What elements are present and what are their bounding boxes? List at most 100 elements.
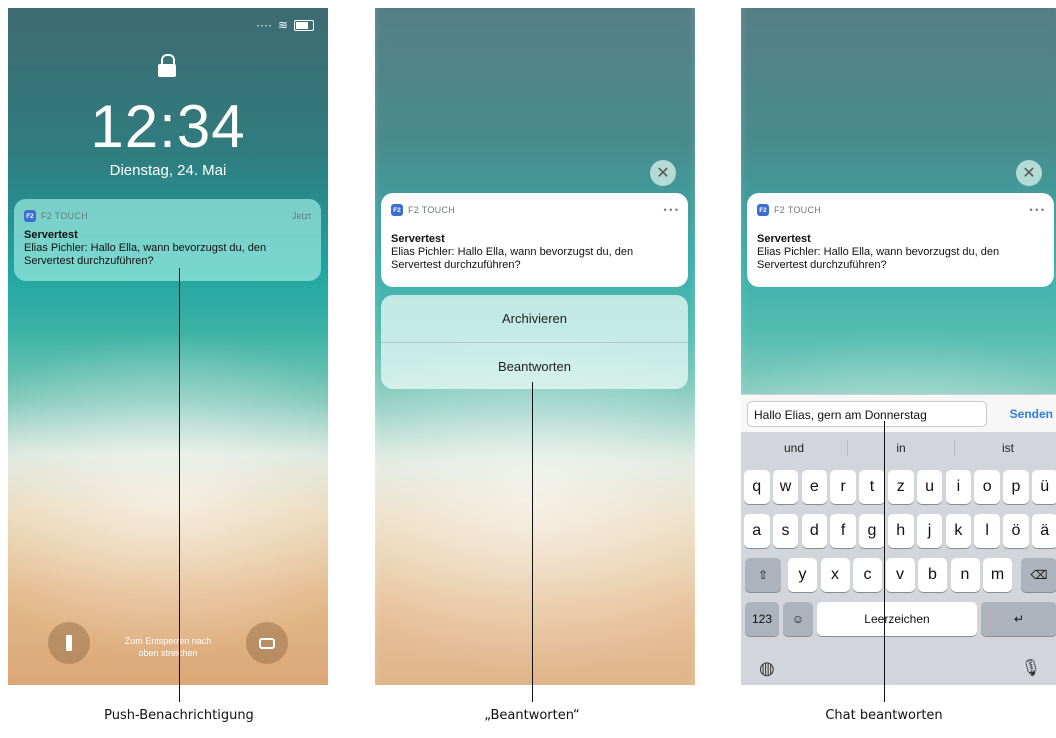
emoji-icon: ☺ (791, 612, 805, 626)
caption-pointer (532, 382, 533, 702)
key-row-1: qwertzuiopü (741, 470, 1056, 504)
key-k[interactable]: k (945, 514, 972, 548)
key-d[interactable]: d (801, 514, 828, 548)
expanded-notification: F2 F2 TOUCH • • • Servertest Elias Pichl… (381, 193, 688, 287)
unlock-hint-line1: Zum Entsperren nach (124, 636, 212, 646)
close-button[interactable]: ✕ (650, 160, 676, 186)
key-ö[interactable]: ö (1003, 514, 1029, 548)
f2-app-icon: F2 (757, 204, 769, 216)
close-button[interactable]: ✕ (1016, 160, 1042, 186)
key-x[interactable]: x (820, 558, 850, 592)
key-row-4: 123 ☺ Leerzeichen ↵ (741, 602, 1056, 636)
key-j[interactable]: j (916, 514, 943, 548)
keyboard-footer: ◍ 🎙︎ (741, 654, 1056, 684)
key-row-3: ⇧ ⌫ yxcvbnm (741, 558, 1056, 592)
key-t[interactable]: t (859, 470, 885, 504)
key-g[interactable]: g (859, 514, 885, 548)
caption-chat-reply: Chat beantworten (825, 708, 943, 723)
globe-icon[interactable]: ◍ (759, 658, 775, 679)
return-key[interactable]: ↵ (981, 602, 1056, 636)
key-m[interactable]: m (983, 558, 1012, 592)
suggestion-item[interactable]: und (741, 432, 847, 464)
notification-app-name: F2 TOUCH (408, 205, 456, 215)
notification-body: Elias Pichler: Hallo Ella, wann bevorzug… (391, 246, 634, 271)
microphone-icon[interactable]: 🎙︎ (1021, 658, 1041, 678)
expanded-notification: F2 F2 TOUCH • • • Servertest Elias Pichl… (747, 193, 1054, 287)
key-h[interactable]: h (888, 514, 914, 548)
close-icon: ✕ (656, 165, 670, 182)
caption-push-notification: Push-Benachrichtigung (104, 708, 254, 723)
lock-icon (158, 54, 176, 78)
key-u[interactable]: u (916, 470, 943, 504)
flashlight-icon (66, 635, 72, 651)
reply-button[interactable]: Beantworten (381, 342, 688, 389)
notification-time: Jetzt (291, 211, 311, 221)
key-c[interactable]: c (853, 558, 882, 592)
flashlight-button[interactable] (48, 622, 90, 664)
key-n[interactable]: n (950, 558, 980, 592)
key-q[interactable]: q (744, 470, 770, 504)
notification-body: Elias Pichler: Hallo Ella, wann bevorzug… (24, 242, 267, 267)
f2-app-icon: F2 (391, 204, 403, 216)
key-f[interactable]: f (830, 514, 856, 548)
key-ü[interactable]: ü (1032, 470, 1056, 504)
push-notification[interactable]: F2 F2 TOUCH Jetzt Servertest Elias Pichl… (14, 199, 321, 281)
reply-input[interactable]: Hallo Elias, gern am Donnerstag (747, 401, 987, 427)
reply-bar: Hallo Elias, gern am Donnerstag Senden (741, 394, 1056, 433)
send-button[interactable]: Senden (1010, 401, 1053, 427)
notification-actions-screen: ✕ F2 F2 TOUCH • • • Servertest Elias Pic… (375, 8, 695, 685)
key-p[interactable]: p (1003, 470, 1029, 504)
key-e[interactable]: e (801, 470, 828, 504)
key-w[interactable]: w (772, 470, 799, 504)
suggestion-item[interactable]: ist (955, 432, 1056, 464)
key-o[interactable]: o (974, 470, 1000, 504)
return-icon: ↵ (1013, 612, 1025, 626)
more-icon[interactable]: • • • (1030, 205, 1044, 215)
notification-title: Servertest (757, 233, 811, 245)
suggestion-item[interactable]: in (848, 432, 954, 464)
key-a[interactable]: a (744, 514, 770, 548)
notification-action-list: Archivieren Beantworten (381, 295, 688, 389)
key-y[interactable]: y (788, 558, 817, 592)
archive-button[interactable]: Archivieren (381, 295, 688, 342)
key-r[interactable]: r (830, 470, 856, 504)
caption-reply: „Beantworten“ (484, 708, 580, 723)
unlock-hint-line2: oben streichen (138, 648, 198, 658)
key-v[interactable]: v (885, 558, 915, 592)
notification-app-name: F2 TOUCH (41, 211, 89, 221)
caption-pointer (884, 421, 885, 702)
key-z[interactable]: z (888, 470, 914, 504)
key-ä[interactable]: ä (1032, 514, 1056, 548)
delete-icon: ⌫ (1030, 568, 1048, 582)
close-icon: ✕ (1022, 165, 1036, 182)
notification-body: Elias Pichler: Hallo Ella, wann bevorzug… (757, 246, 1000, 271)
unlock-hint: Zum Entsperren nach oben streichen (98, 635, 238, 659)
lock-screen: ···· ≋ 12:34 Dienstag, 24. Mai F2 F2 TOU… (8, 8, 328, 685)
numbers-key[interactable]: 123 (745, 602, 779, 636)
caption-pointer (179, 268, 180, 702)
keyboard: und in ist qwertzuiopü asdfghjklöä ⇧ ⌫ y… (741, 432, 1056, 685)
notification-title: Servertest (391, 233, 445, 245)
key-row-2: asdfghjklöä (741, 514, 1056, 548)
key-l[interactable]: l (974, 514, 1000, 548)
key-i[interactable]: i (945, 470, 972, 504)
battery-icon (294, 19, 314, 31)
signal-icon: ···· (255, 18, 272, 32)
wifi-icon: ≋ (277, 18, 288, 32)
lock-time: 12:34 (90, 93, 246, 160)
lock-date: Dienstag, 24. Mai (109, 162, 227, 179)
notification-app-name: F2 TOUCH (774, 205, 822, 215)
suggestion-bar: und in ist (741, 432, 1056, 464)
key-s[interactable]: s (772, 514, 799, 548)
shift-key[interactable]: ⇧ (745, 558, 781, 592)
delete-key[interactable]: ⌫ (1021, 558, 1056, 592)
camera-button[interactable] (246, 622, 288, 664)
f2-app-icon: F2 (24, 210, 36, 222)
key-b[interactable]: b (918, 558, 947, 592)
more-icon[interactable]: • • • (664, 205, 678, 215)
shift-icon: ⇧ (757, 568, 769, 582)
camera-icon (259, 637, 275, 649)
space-key[interactable]: Leerzeichen (817, 602, 977, 636)
reply-screen: ✕ F2 F2 TOUCH • • • Servertest Elias Pic… (741, 8, 1056, 685)
emoji-key[interactable]: ☺ (783, 602, 813, 636)
